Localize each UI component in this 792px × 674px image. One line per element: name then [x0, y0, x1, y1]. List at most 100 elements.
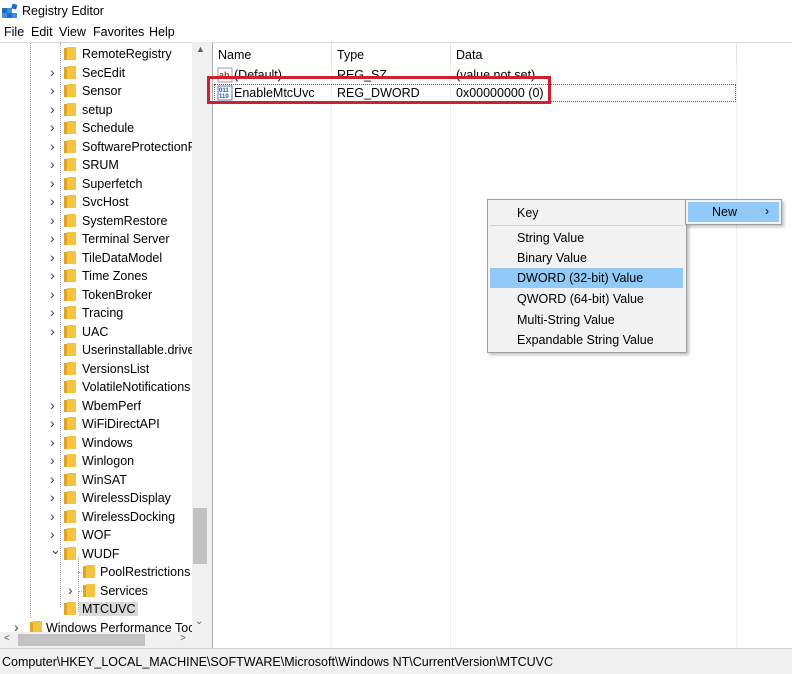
folder-icon — [64, 491, 76, 504]
chevron-right-icon[interactable]: › — [50, 212, 60, 228]
chevron-right-icon[interactable]: › — [50, 82, 60, 98]
chevron-right-icon[interactable]: › — [50, 397, 60, 413]
column-header-data[interactable]: Data — [451, 43, 737, 65]
tree-item[interactable]: › TokenBroker — [0, 286, 192, 304]
tree-item[interactable]: VolatileNotifications — [0, 378, 192, 396]
tree-item[interactable]: Userinstallable.driver — [0, 341, 192, 359]
tree-item[interactable]: › SRUM — [0, 156, 192, 174]
tree-item[interactable]: › SecEdit — [0, 64, 192, 82]
context-menu-parent: New › — [685, 199, 782, 225]
folder-icon — [83, 565, 95, 578]
menu-item-qword-value[interactable]: QWORD (64-bit) Value — [490, 289, 683, 309]
tree-item-label: VersionsList — [82, 361, 150, 376]
chevron-right-icon[interactable]: › — [50, 526, 60, 542]
chevron-right-icon[interactable]: › — [68, 582, 78, 598]
tree-item[interactable]: ⌄ WUDF — [0, 542, 192, 563]
tree-connector — [78, 572, 84, 573]
tree-item[interactable]: › TileDataModel — [0, 249, 192, 267]
menu-edit[interactable]: Edit — [31, 25, 53, 39]
tree-item[interactable]: › Windows — [0, 434, 192, 452]
annotation-highlight-box — [207, 76, 551, 104]
menu-item-dword-value[interactable]: DWORD (32-bit) Value — [490, 268, 683, 288]
tree-item[interactable]: › SystemRestore — [0, 212, 192, 230]
menu-favorites[interactable]: Favorites — [93, 25, 144, 39]
chevron-right-icon[interactable]: › — [50, 138, 60, 154]
chevron-right-icon[interactable]: › — [50, 471, 60, 487]
tree-item[interactable]: › Superfetch — [0, 175, 192, 193]
title-bar: Registry Editor — [0, 0, 792, 22]
chevron-right-icon[interactable]: › — [50, 323, 60, 339]
scroll-down-icon[interactable]: ⌄ — [195, 616, 203, 627]
tree-item[interactable]: › Sensor — [0, 82, 192, 100]
chevron-right-icon[interactable]: › — [50, 175, 60, 191]
column-header-name[interactable]: Name — [213, 43, 332, 65]
menu-view[interactable]: View — [59, 25, 86, 39]
chevron-right-icon[interactable]: › — [50, 452, 60, 468]
menu-item-expandable-string-value[interactable]: Expandable String Value — [490, 330, 683, 350]
tree-item[interactable]: › SoftwareProtectionPl — [0, 138, 192, 156]
chevron-right-icon[interactable]: › — [50, 286, 60, 302]
menu-item-string-value[interactable]: String Value — [490, 228, 683, 248]
tree-item[interactable]: VersionsList — [0, 360, 192, 378]
tree-horizontal-scrollbar[interactable]: < > — [0, 632, 208, 648]
tree-item[interactable]: › WirelessDocking — [0, 508, 192, 526]
menu-item-key[interactable]: Key — [490, 203, 683, 223]
tree-item[interactable]: › WinSAT — [0, 471, 192, 489]
menu-help[interactable]: Help — [149, 25, 175, 39]
chevron-right-icon[interactable]: › — [50, 434, 60, 450]
column-divider — [736, 65, 737, 649]
chevron-right-icon[interactable]: › — [50, 489, 60, 505]
tree-vertical-scrollbar[interactable]: ▲ ⌄ — [192, 42, 208, 632]
chevron-right-icon[interactable]: › — [50, 119, 60, 135]
tree-item[interactable]: RemoteRegistry — [0, 45, 192, 63]
folder-icon — [64, 509, 76, 523]
folder-icon — [64, 47, 76, 60]
folder-icon — [64, 176, 76, 190]
tree-item-label: TileDataModel — [82, 250, 163, 265]
tree-item-label: Terminal Server — [82, 232, 170, 246]
menu-item-binary-value[interactable]: Binary Value — [490, 248, 683, 268]
scroll-thumb[interactable] — [193, 508, 207, 564]
chevron-right-icon[interactable]: › — [50, 230, 60, 246]
chevron-right-icon[interactable]: › — [50, 64, 60, 80]
chevron-right-icon[interactable]: › — [50, 249, 60, 265]
chevron-right-icon[interactable]: › — [50, 156, 60, 172]
tree-item[interactable]: › Time Zones — [0, 267, 192, 285]
column-header-type[interactable]: Type — [332, 43, 451, 65]
chevron-right-icon[interactable]: › — [50, 508, 60, 524]
tree-item[interactable]: › SvcHost — [0, 193, 192, 211]
scroll-thumb-horizontal[interactable] — [18, 634, 145, 646]
tree-item[interactable]: › Services — [0, 582, 192, 600]
folder-icon — [64, 380, 76, 393]
tree-item[interactable]: › WbemPerf — [0, 397, 192, 415]
menu-item-multi-string-value[interactable]: Multi-String Value — [490, 310, 683, 330]
tree-item[interactable]: › setup — [0, 101, 192, 119]
chevron-right-icon[interactable]: › — [14, 619, 24, 635]
menu-separator — [490, 225, 683, 226]
tree-item[interactable]: › Terminal Server — [0, 230, 192, 248]
registry-key-tree[interactable]: RemoteRegistry › SecEdit › Sensor › setup › Sche… — [0, 42, 208, 649]
tree-item[interactable]: › WiFiDirectAPI — [0, 415, 192, 433]
tree-item-label: UAC — [82, 324, 109, 339]
tree-item[interactable]: › WOF — [0, 526, 192, 544]
chevron-right-icon[interactable]: › — [50, 415, 60, 431]
tree-item[interactable]: › Schedule — [0, 119, 192, 137]
menu-file[interactable]: File — [4, 25, 24, 39]
chevron-right-icon[interactable]: › — [50, 193, 60, 209]
tree-item[interactable]: PoolRestrictions — [0, 563, 192, 581]
tree-item-label: Schedule — [82, 121, 135, 135]
chevron-right-icon[interactable]: › — [50, 101, 60, 117]
chevron-right-icon[interactable]: › — [50, 304, 60, 320]
menu-item-new[interactable]: New › — [688, 202, 779, 222]
scroll-right-icon[interactable]: > — [180, 633, 186, 644]
tree-item[interactable]: › WirelessDisplay — [0, 489, 192, 507]
folder-icon — [64, 102, 76, 116]
tree-item[interactable]: MTCUVC — [0, 600, 192, 618]
tree-item[interactable]: › Tracing — [0, 304, 192, 322]
scroll-left-icon[interactable]: < — [4, 633, 10, 644]
chevron-right-icon[interactable]: › — [50, 267, 60, 283]
tree-item[interactable]: › Winlogon — [0, 452, 192, 470]
chevron-down-icon[interactable]: ⌄ — [50, 542, 61, 557]
scroll-up-icon[interactable]: ▲ — [196, 44, 205, 54]
tree-item[interactable]: › UAC — [0, 323, 192, 341]
